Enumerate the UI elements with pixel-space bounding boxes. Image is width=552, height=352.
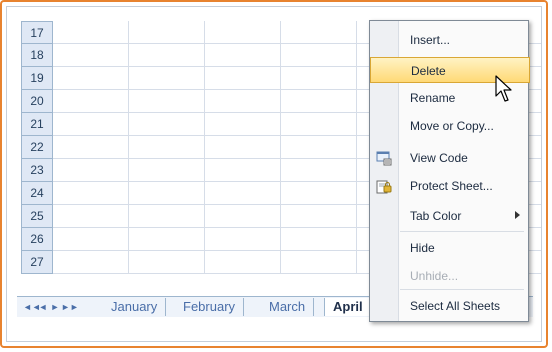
cell[interactable] [129,182,205,205]
sheet-tab-january[interactable]: January [103,298,167,316]
cell[interactable] [129,90,205,113]
cell[interactable] [129,21,205,44]
cell[interactable] [205,44,281,67]
menu-item-label: Delete [411,64,446,78]
menu-item-label: Unhide... [410,269,459,283]
menu-separator [400,289,524,290]
cell[interactable] [53,113,129,136]
cell[interactable] [205,21,281,44]
menu-item-label: Hide [410,241,435,255]
row-header[interactable]: 22 [21,136,53,159]
cell[interactable] [281,228,357,251]
cell[interactable] [53,67,129,90]
row-header[interactable]: 23 [21,159,53,182]
menu-item-tab-color[interactable]: Tab Color [370,203,530,229]
sheet-tab-context-menu: Insert... Delete Rename Move or Copy... … [369,20,530,322]
cell[interactable] [205,205,281,228]
cell[interactable] [281,182,357,205]
cell[interactable] [129,44,205,67]
menu-item-insert[interactable]: Insert... [370,27,530,53]
cell[interactable] [281,90,357,113]
row-header[interactable]: 26 [21,228,53,251]
menu-item-label: Rename [410,91,456,105]
row-header[interactable]: 24 [21,182,53,205]
cell[interactable] [281,251,357,274]
view-code-icon [376,150,392,166]
cell[interactable] [129,205,205,228]
cell[interactable] [281,159,357,182]
sheet-tab-april[interactable]: April [324,298,372,316]
cell[interactable] [205,67,281,90]
row-header[interactable]: 25 [21,205,53,228]
cell[interactable] [281,205,357,228]
last-sheet-button[interactable]: ►► [61,301,79,313]
menu-separator [400,231,524,232]
menu-item-select-all-sheets[interactable]: Select All Sheets [370,293,530,319]
menu-item-unhide: Unhide... [370,263,530,289]
menu-item-label: Insert... [410,33,451,47]
cell[interactable] [53,182,129,205]
cell[interactable] [205,136,281,159]
row-header[interactable]: 20 [21,90,53,113]
menu-item-move-or-copy[interactable]: Move or Copy... [370,113,530,139]
menu-item-label: Tab Color [410,209,462,223]
cell[interactable] [205,159,281,182]
menu-item-label: Protect Sheet... [410,179,493,193]
cell[interactable] [129,113,205,136]
menu-item-protect-sheet[interactable]: Protect Sheet... [370,173,530,199]
cell[interactable] [281,21,357,44]
prev-sheet-button[interactable]: ◄ [37,301,49,313]
cell[interactable] [281,44,357,67]
row-header[interactable]: 17 [21,21,53,44]
row-header[interactable]: 18 [21,44,53,67]
mouse-pointer-icon [495,75,512,102]
cell[interactable] [53,90,129,113]
cell[interactable] [53,251,129,274]
cell[interactable] [129,136,205,159]
cell[interactable] [129,251,205,274]
cell[interactable] [53,44,129,67]
cell[interactable] [205,182,281,205]
cell[interactable] [129,228,205,251]
row-header[interactable]: 21 [21,113,53,136]
menu-item-label: View Code [410,151,468,165]
menu-item-label: Select All Sheets [410,299,501,313]
protect-sheet-icon [376,178,392,194]
next-sheet-button[interactable]: ► [49,301,61,313]
menu-item-label: Move or Copy... [410,119,494,133]
cell[interactable] [53,136,129,159]
cell[interactable] [53,159,129,182]
submenu-arrow-icon [515,211,520,219]
cell[interactable] [281,113,357,136]
cell[interactable] [53,21,129,44]
cell[interactable] [281,136,357,159]
row-header[interactable]: 19 [21,67,53,90]
menu-item-hide[interactable]: Hide [370,235,530,261]
cell[interactable] [281,67,357,90]
cell[interactable] [205,113,281,136]
menu-item-view-code[interactable]: View Code [370,145,530,171]
cell[interactable] [129,159,205,182]
sheet-tab-february[interactable]: February [175,298,245,316]
sheet-tab-march[interactable]: March [261,298,315,316]
cell[interactable] [205,251,281,274]
row-header[interactable]: 27 [21,251,53,274]
cell[interactable] [205,228,281,251]
cell[interactable] [53,228,129,251]
cell[interactable] [129,67,205,90]
first-sheet-button[interactable]: ◄◄ [23,301,41,313]
cell[interactable] [53,205,129,228]
cell[interactable] [205,90,281,113]
